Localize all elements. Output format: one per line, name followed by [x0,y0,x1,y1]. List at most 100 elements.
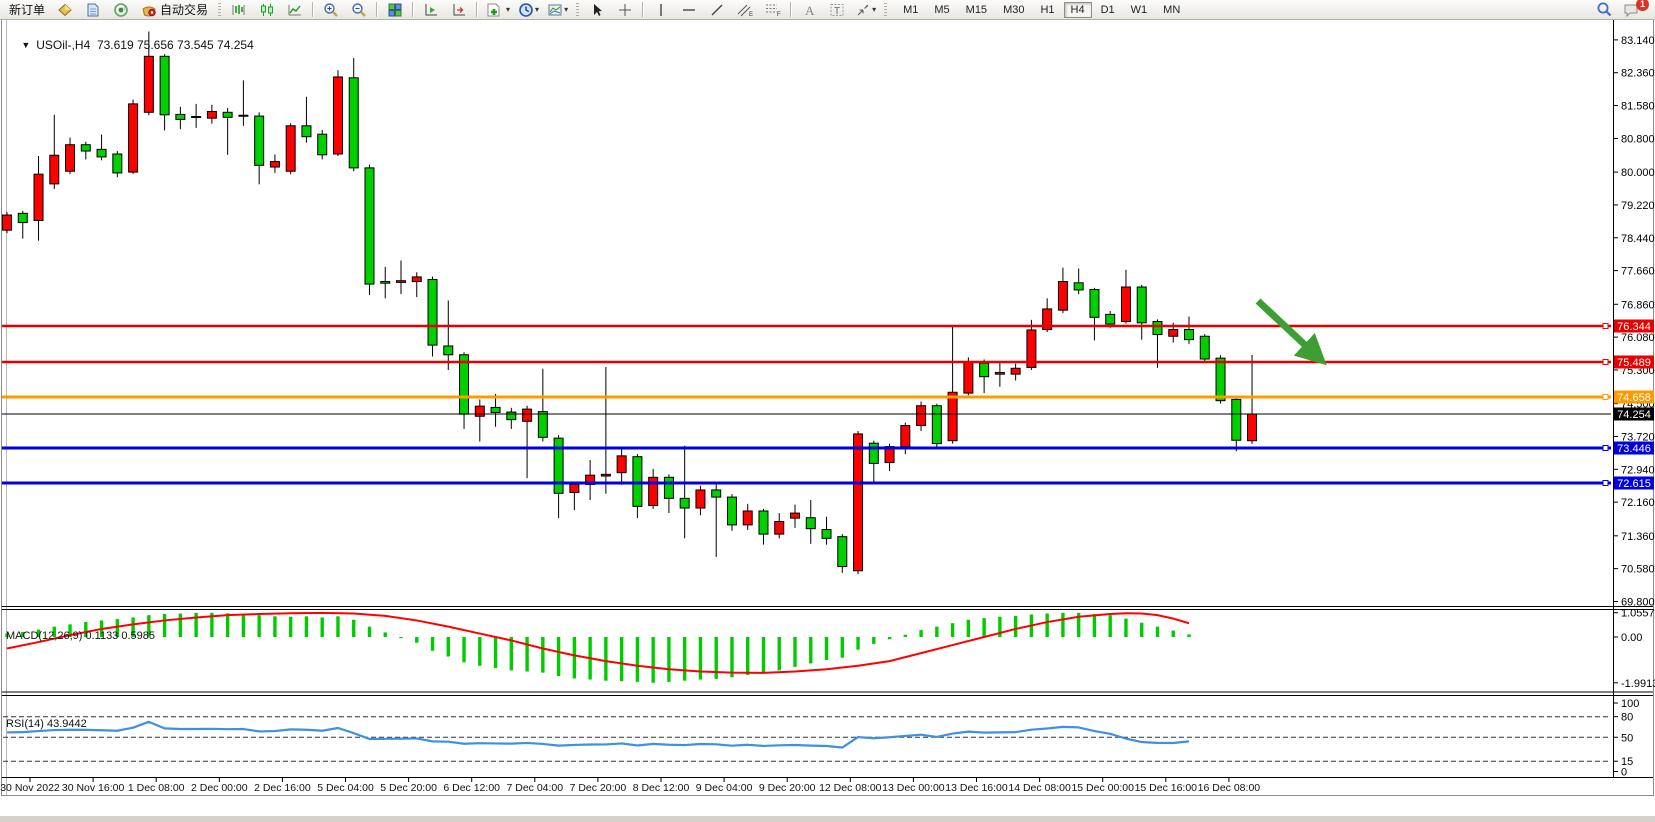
candle-body [286,126,295,171]
data-window-icon[interactable] [80,0,106,20]
candle-body [838,537,847,567]
svg-text:T: T [834,6,840,17]
toolbar-grip [218,3,221,17]
candle-body [901,426,910,447]
timeframe-D1[interactable]: D1 [1094,2,1122,18]
zoom-out-icon[interactable] [346,0,372,20]
svg-text:77.660: 77.660 [1621,266,1655,278]
text-label-icon[interactable]: T [824,0,850,20]
svg-text:81.580: 81.580 [1621,101,1655,113]
candle-body [223,112,232,117]
svg-text:83.140: 83.140 [1621,35,1655,47]
svg-text:5 Dec 04:00: 5 Dec 04:00 [317,782,374,794]
timeframe-M15[interactable]: M15 [959,2,994,18]
svg-text:9 Dec 20:00: 9 Dec 20:00 [759,782,816,794]
candle-body [192,117,201,118]
candle-body [475,406,484,416]
zoom-in-icon[interactable] [318,0,344,20]
chart-shift-icon[interactable] [446,0,472,20]
candle-body [712,490,721,497]
svg-text:78.440: 78.440 [1621,233,1655,245]
toolbar-separator [376,2,378,17]
vertical-line-icon[interactable] [648,0,674,20]
new-chart-icon[interactable]: ▾ [482,0,513,20]
candle-body [18,213,27,222]
candle-body [854,434,863,571]
horizontal-line-icon[interactable] [676,0,702,20]
timeframe-H1[interactable]: H1 [1033,2,1061,18]
autotrade-label: 自动交易 [160,1,208,18]
candle-body [664,477,673,498]
candle-body [1200,336,1209,359]
candle-body [255,116,264,165]
line-chart-icon[interactable] [282,0,308,20]
candle-body [538,412,547,438]
auto-scroll-icon[interactable] [418,0,444,20]
svg-text:13 Dec 00:00: 13 Dec 00:00 [882,782,945,794]
timeframe-W1[interactable]: W1 [1124,2,1155,18]
timeframe-M30[interactable]: M30 [996,2,1031,18]
mt4-terminal: 新订单 自动交易 [0,0,1655,822]
timeframe-H4[interactable]: H4 [1064,2,1092,18]
svg-text:13 Dec 16:00: 13 Dec 16:00 [945,782,1008,794]
crosshair-icon[interactable] [612,0,638,20]
svg-text:79.220: 79.220 [1621,200,1655,212]
svg-text:8 Dec 12:00: 8 Dec 12:00 [633,782,690,794]
collapse-triangle-icon[interactable]: ▼ [21,40,30,50]
svg-text:15 Dec 00:00: 15 Dec 00:00 [1071,782,1134,794]
arrows-icon[interactable]: ▾ [852,0,879,20]
candle-body [791,513,800,518]
candle-body [806,518,815,529]
svg-text:82.360: 82.360 [1621,68,1655,80]
candle-body [1090,290,1099,318]
svg-text:72.160: 72.160 [1621,497,1655,509]
toolbar-separator [412,2,414,17]
svg-text:E: E [749,12,753,18]
svg-text:100: 100 [1621,698,1639,710]
candle-body [1121,287,1130,322]
candle-body [1106,314,1115,324]
candle-body [507,412,516,420]
timeframe-MN[interactable]: MN [1156,2,1187,18]
chart-canvas[interactable]: 83.94083.14082.36081.58080.80080.00079.2… [0,0,1655,802]
svg-text:12 Dec 08:00: 12 Dec 08:00 [819,782,882,794]
text-icon[interactable]: A [796,0,822,20]
notifications-icon[interactable]: 1 [1619,0,1645,20]
candle-body [397,281,406,283]
candle-body [412,277,421,282]
candle-body [239,115,248,116]
symbols-icon[interactable] [52,0,78,20]
candle-body [381,282,390,284]
candle-body [601,474,610,476]
candle-body [995,372,1004,374]
fibonacci-icon[interactable]: F [760,0,786,20]
svg-text:14 Dec 08:00: 14 Dec 08:00 [1008,782,1071,794]
period-icon[interactable]: ▾ [515,0,542,20]
rsi-label: RSI(14) 43.9442 [6,718,87,730]
candle-body [81,145,90,151]
tile-windows-icon[interactable] [382,0,408,20]
new-order-button[interactable]: 新订单 [4,1,50,19]
trendline-icon[interactable] [704,0,730,20]
candle-body [554,438,563,493]
timeframe-M1[interactable]: M1 [896,2,925,18]
svg-text:76.344: 76.344 [1617,321,1651,333]
candle-body [1185,330,1194,340]
strategy-tester-icon[interactable] [108,0,134,20]
candle-body [318,134,327,155]
svg-text:80: 80 [1621,712,1633,724]
autotrade-button[interactable]: 自动交易 [136,1,213,19]
candlestick-chart-icon[interactable] [254,0,280,20]
svg-text:7 Dec 04:00: 7 Dec 04:00 [506,782,563,794]
candle-body [333,77,342,154]
svg-text:7 Dec 20:00: 7 Dec 20:00 [570,782,627,794]
search-icon[interactable] [1591,0,1617,20]
autotrade-icon [141,2,157,18]
template-icon[interactable]: ▾ [544,0,571,20]
bar-chart-icon[interactable] [226,0,252,20]
timeframe-M5[interactable]: M5 [927,2,956,18]
svg-text:F: F [777,12,781,18]
cursor-icon[interactable] [584,0,610,20]
symbol-ohlc-text: USOil-,H4 73.619 75.656 73.545 74.254 [36,38,254,52]
channel-icon[interactable]: E [732,0,758,20]
